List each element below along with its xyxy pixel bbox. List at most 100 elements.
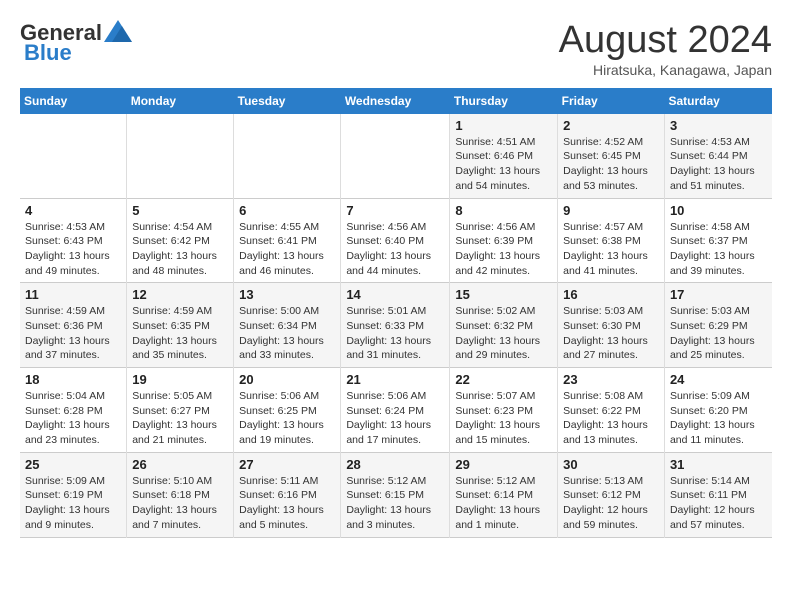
day-info: Sunrise: 4:51 AM Sunset: 6:46 PM Dayligh… [455, 135, 552, 194]
day-info: Sunrise: 4:59 AM Sunset: 6:35 PM Dayligh… [132, 304, 228, 363]
day-info: Sunrise: 4:53 AM Sunset: 6:44 PM Dayligh… [670, 135, 767, 194]
calendar-cell [127, 114, 234, 198]
day-info: Sunrise: 5:01 AM Sunset: 6:33 PM Dayligh… [346, 304, 444, 363]
header-row: SundayMondayTuesdayWednesdayThursdayFrid… [20, 88, 772, 114]
calendar-cell [341, 114, 450, 198]
day-info: Sunrise: 4:56 AM Sunset: 6:40 PM Dayligh… [346, 220, 444, 279]
day-info: Sunrise: 5:10 AM Sunset: 6:18 PM Dayligh… [132, 474, 228, 533]
calendar-cell: 7 Sunrise: 4:56 AM Sunset: 6:40 PM Daylig… [341, 198, 450, 283]
day-number: 27 [239, 457, 335, 472]
day-info: Sunrise: 5:07 AM Sunset: 6:23 PM Dayligh… [455, 389, 552, 448]
calendar-cell: 8 Sunrise: 4:56 AM Sunset: 6:39 PM Daylig… [450, 198, 558, 283]
day-info: Sunrise: 5:03 AM Sunset: 6:29 PM Dayligh… [670, 304, 767, 363]
calendar-cell: 21Sunrise: 5:06 AM Sunset: 6:24 PM Dayli… [341, 368, 450, 453]
calendar-cell: 2Sunrise: 4:52 AM Sunset: 6:45 PM Daylig… [558, 114, 665, 198]
day-number: 23 [563, 372, 659, 387]
calendar-cell: 14 Sunrise: 5:01 AM Sunset: 6:33 PM Dayli… [341, 283, 450, 368]
day-number: 19 [132, 372, 228, 387]
column-header-thursday: Thursday [450, 88, 558, 114]
calendar-cell: 19 Sunrise: 5:05 AM Sunset: 6:27 PM Dayli… [127, 368, 234, 453]
day-info: Sunrise: 5:00 AM Sunset: 6:34 PM Dayligh… [239, 304, 335, 363]
title-block: August 2024 Hiratsuka, Kanagawa, Japan [559, 20, 772, 78]
day-info: Sunrise: 5:02 AM Sunset: 6:32 PM Dayligh… [455, 304, 552, 363]
day-info: Sunrise: 4:54 AM Sunset: 6:42 PM Dayligh… [132, 220, 228, 279]
logo-blue-text: Blue [24, 40, 72, 66]
day-number: 18 [25, 372, 121, 387]
day-info: Sunrise: 4:57 AM Sunset: 6:38 PM Dayligh… [563, 220, 659, 279]
day-number: 22 [455, 372, 552, 387]
day-number: 11 [25, 287, 121, 302]
column-header-tuesday: Tuesday [234, 88, 341, 114]
day-number: 28 [346, 457, 444, 472]
calendar-cell: 9 Sunrise: 4:57 AM Sunset: 6:38 PM Daylig… [558, 198, 665, 283]
week-row-2: 4Sunrise: 4:53 AM Sunset: 6:43 PM Daylig… [20, 198, 772, 283]
calendar-cell: 11 Sunrise: 4:59 AM Sunset: 6:36 PM Dayli… [20, 283, 127, 368]
week-row-4: 18 Sunrise: 5:04 AM Sunset: 6:28 PM Dayli… [20, 368, 772, 453]
week-row-1: 1Sunrise: 4:51 AM Sunset: 6:46 PM Daylig… [20, 114, 772, 198]
day-number: 12 [132, 287, 228, 302]
logo-icon [104, 20, 132, 42]
calendar-cell: 26Sunrise: 5:10 AM Sunset: 6:18 PM Dayli… [127, 452, 234, 537]
day-number: 30 [563, 457, 659, 472]
day-info: Sunrise: 5:08 AM Sunset: 6:22 PM Dayligh… [563, 389, 659, 448]
calendar-cell: 22 Sunrise: 5:07 AM Sunset: 6:23 PM Dayli… [450, 368, 558, 453]
day-info: Sunrise: 5:12 AM Sunset: 6:14 PM Dayligh… [455, 474, 552, 533]
day-info: Sunrise: 5:03 AM Sunset: 6:30 PM Dayligh… [563, 304, 659, 363]
calendar-cell: 23 Sunrise: 5:08 AM Sunset: 6:22 PM Dayli… [558, 368, 665, 453]
day-number: 6 [239, 203, 335, 218]
day-info: Sunrise: 5:06 AM Sunset: 6:25 PM Dayligh… [239, 389, 335, 448]
calendar-cell: 30Sunrise: 5:13 AM Sunset: 6:12 PM Dayli… [558, 452, 665, 537]
day-info: Sunrise: 5:09 AM Sunset: 6:19 PM Dayligh… [25, 474, 121, 533]
day-number: 15 [455, 287, 552, 302]
day-number: 10 [670, 203, 767, 218]
calendar-cell: 3Sunrise: 4:53 AM Sunset: 6:44 PM Daylig… [664, 114, 772, 198]
day-number: 17 [670, 287, 767, 302]
day-number: 21 [346, 372, 444, 387]
calendar-cell [234, 114, 341, 198]
day-info: Sunrise: 4:56 AM Sunset: 6:39 PM Dayligh… [455, 220, 552, 279]
day-number: 25 [25, 457, 121, 472]
page-header: General Blue August 2024 Hiratsuka, Kana… [20, 20, 772, 78]
day-number: 29 [455, 457, 552, 472]
day-number: 9 [563, 203, 659, 218]
calendar-cell: 1Sunrise: 4:51 AM Sunset: 6:46 PM Daylig… [450, 114, 558, 198]
week-row-3: 11 Sunrise: 4:59 AM Sunset: 6:36 PM Dayli… [20, 283, 772, 368]
day-number: 20 [239, 372, 335, 387]
day-number: 14 [346, 287, 444, 302]
calendar-cell [20, 114, 127, 198]
day-number: 2 [563, 118, 659, 133]
column-header-sunday: Sunday [20, 88, 127, 114]
day-info: Sunrise: 5:12 AM Sunset: 6:15 PM Dayligh… [346, 474, 444, 533]
day-info: Sunrise: 5:04 AM Sunset: 6:28 PM Dayligh… [25, 389, 121, 448]
calendar-cell: 15 Sunrise: 5:02 AM Sunset: 6:32 PM Dayli… [450, 283, 558, 368]
day-info: Sunrise: 4:55 AM Sunset: 6:41 PM Dayligh… [239, 220, 335, 279]
calendar-cell: 28 Sunrise: 5:12 AM Sunset: 6:15 PM Dayli… [341, 452, 450, 537]
calendar-cell: 13 Sunrise: 5:00 AM Sunset: 6:34 PM Dayli… [234, 283, 341, 368]
day-info: Sunrise: 5:14 AM Sunset: 6:11 PM Dayligh… [670, 474, 767, 533]
column-header-wednesday: Wednesday [341, 88, 450, 114]
calendar-cell: 5Sunrise: 4:54 AM Sunset: 6:42 PM Daylig… [127, 198, 234, 283]
day-info: Sunrise: 5:05 AM Sunset: 6:27 PM Dayligh… [132, 389, 228, 448]
day-info: Sunrise: 4:58 AM Sunset: 6:37 PM Dayligh… [670, 220, 767, 279]
location-text: Hiratsuka, Kanagawa, Japan [559, 62, 772, 78]
calendar-cell: 4Sunrise: 4:53 AM Sunset: 6:43 PM Daylig… [20, 198, 127, 283]
calendar-cell: 24Sunrise: 5:09 AM Sunset: 6:20 PM Dayli… [664, 368, 772, 453]
month-title: August 2024 [559, 20, 772, 62]
calendar-cell: 27Sunrise: 5:11 AM Sunset: 6:16 PM Dayli… [234, 452, 341, 537]
calendar-cell: 31 Sunrise: 5:14 AM Sunset: 6:11 PM Dayli… [664, 452, 772, 537]
calendar-cell: 17 Sunrise: 5:03 AM Sunset: 6:29 PM Dayli… [664, 283, 772, 368]
week-row-5: 25 Sunrise: 5:09 AM Sunset: 6:19 PM Dayli… [20, 452, 772, 537]
calendar-cell: 6 Sunrise: 4:55 AM Sunset: 6:41 PM Daylig… [234, 198, 341, 283]
day-number: 16 [563, 287, 659, 302]
day-number: 31 [670, 457, 767, 472]
day-number: 24 [670, 372, 767, 387]
calendar-cell: 12 Sunrise: 4:59 AM Sunset: 6:35 PM Dayli… [127, 283, 234, 368]
day-number: 13 [239, 287, 335, 302]
day-info: Sunrise: 4:59 AM Sunset: 6:36 PM Dayligh… [25, 304, 121, 363]
day-number: 4 [25, 203, 121, 218]
calendar-cell: 18 Sunrise: 5:04 AM Sunset: 6:28 PM Dayli… [20, 368, 127, 453]
calendar-cell: 29 Sunrise: 5:12 AM Sunset: 6:14 PM Dayli… [450, 452, 558, 537]
day-number: 7 [346, 203, 444, 218]
day-number: 8 [455, 203, 552, 218]
calendar-cell: 20 Sunrise: 5:06 AM Sunset: 6:25 PM Dayli… [234, 368, 341, 453]
